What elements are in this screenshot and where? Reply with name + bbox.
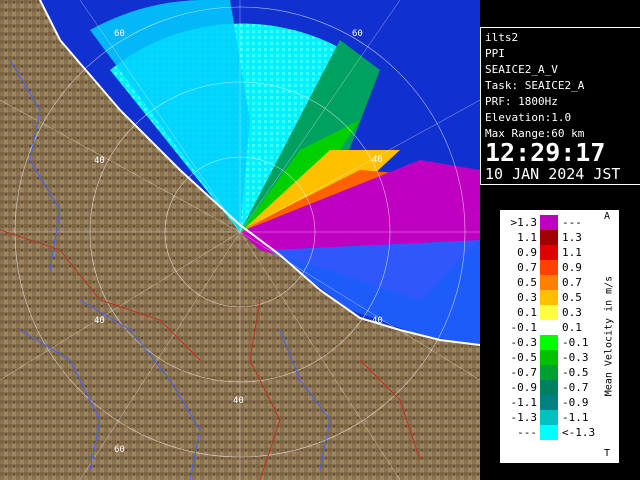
legend-color-swatch bbox=[540, 425, 558, 440]
legend-lower-bound: -0.7 bbox=[510, 366, 538, 379]
legend-row: -0.3 -0.1 bbox=[500, 335, 600, 350]
task-name: Task: SEAICE2_A bbox=[485, 79, 585, 92]
site-name: ilts2 bbox=[485, 31, 519, 44]
legend-top-marker: A bbox=[604, 211, 611, 222]
legend-lower-bound: 0.9 bbox=[517, 246, 537, 259]
legend-lower-bound: -0.5 bbox=[510, 351, 538, 364]
ring-label: 60 bbox=[352, 29, 363, 39]
prf-value: PRF: 1800Hz bbox=[485, 95, 558, 108]
ring-label: 60 bbox=[114, 29, 125, 39]
legend-color-swatch bbox=[540, 380, 558, 395]
legend-row: -0.9 -0.7 bbox=[500, 380, 600, 395]
legend-lower-bound: 0.3 bbox=[517, 291, 537, 304]
legend-color-swatch bbox=[540, 320, 558, 335]
legend-color-swatch bbox=[540, 410, 558, 425]
legend-upper-bound: 0.7 bbox=[562, 276, 582, 289]
legend-row: --- <-1.3 bbox=[500, 425, 600, 440]
legend-row: 0.7 0.9 bbox=[500, 260, 600, 275]
ring-label: 40 bbox=[233, 396, 244, 406]
legend-color-swatch bbox=[540, 245, 558, 260]
legend-upper-bound: 1.1 bbox=[562, 246, 582, 259]
legend-lower-bound: >1.3 bbox=[510, 216, 538, 229]
legend-row: -0.1 0.1 bbox=[500, 320, 600, 335]
radar-ppi-map: 60 40 40 40 40 40 60 60 bbox=[0, 0, 480, 480]
legend-lower-bound: 0.7 bbox=[517, 261, 537, 274]
legend-row: 1.1 1.3 bbox=[500, 230, 600, 245]
legend-lower-bound: 1.1 bbox=[517, 231, 537, 244]
elevation-value: Elevation:1.0 bbox=[485, 111, 572, 124]
legend-upper-bound: -0.7 bbox=[562, 381, 589, 394]
legend-upper-bound: -0.3 bbox=[562, 351, 589, 364]
scan-name: SEAICE2_A_V bbox=[485, 63, 558, 76]
legend-title-box: Mean Velocity in m/s bbox=[600, 210, 618, 463]
legend-lower-bound: -1.1 bbox=[510, 396, 538, 409]
legend-title: Mean Velocity in m/s bbox=[603, 275, 615, 397]
legend-color-swatch bbox=[540, 215, 558, 230]
legend-row: 0.9 1.1 bbox=[500, 245, 600, 260]
legend-upper-bound: 0.3 bbox=[562, 306, 582, 319]
legend-upper-bound: 0.5 bbox=[562, 291, 582, 304]
legend-lower-bound: 0.5 bbox=[517, 276, 537, 289]
legend-color-swatch bbox=[540, 305, 558, 320]
legend-color-swatch bbox=[540, 230, 558, 245]
legend-lower-bound: -0.1 bbox=[510, 321, 538, 334]
legend-color-swatch bbox=[540, 275, 558, 290]
legend-row: -1.3 -1.1 bbox=[500, 410, 600, 425]
legend-row: >1.3 --- bbox=[500, 215, 600, 230]
product-type: PPI bbox=[485, 47, 505, 60]
legend-row: -1.1 -0.9 bbox=[500, 395, 600, 410]
legend-lower-bound: 0.1 bbox=[517, 306, 537, 319]
legend-color-swatch bbox=[540, 260, 558, 275]
ring-label: 40 bbox=[372, 155, 383, 165]
velocity-legend: >1.3 --- 1.1 1.3 0.9 1.1 0.7 0.9 0.5 0.7 0.3 0.5 0.1… bbox=[499, 209, 620, 464]
legend-upper-bound: 1.3 bbox=[562, 231, 582, 244]
ring-label: 40 bbox=[372, 316, 383, 326]
legend-color-swatch bbox=[540, 350, 558, 365]
scan-time: 12:29:17 bbox=[485, 138, 606, 167]
legend-upper-bound: -1.1 bbox=[562, 411, 589, 424]
legend-row: 0.3 0.5 bbox=[500, 290, 600, 305]
legend-upper-bound: 0.9 bbox=[562, 261, 582, 274]
legend-upper-bound: --- bbox=[562, 216, 582, 229]
legend-color-swatch bbox=[540, 290, 558, 305]
legend-row: 0.1 0.3 bbox=[500, 305, 600, 320]
legend-color-swatch bbox=[540, 365, 558, 380]
legend-upper-bound: <-1.3 bbox=[562, 426, 596, 439]
legend-lower-bound: -0.3 bbox=[510, 336, 538, 349]
legend-lower-bound: --- bbox=[517, 426, 537, 439]
legend-row: -0.5 -0.3 bbox=[500, 350, 600, 365]
ring-label: 40 bbox=[94, 156, 105, 166]
legend-upper-bound: -0.9 bbox=[562, 396, 589, 409]
scan-info-panel: ilts2 PPI SEAICE2_A_V Task: SEAICE2_A PR… bbox=[480, 27, 640, 185]
legend-row: -0.7 -0.5 bbox=[500, 365, 600, 380]
scan-date: 10 JAN 2024 JST bbox=[485, 165, 621, 183]
legend-color-swatch bbox=[540, 335, 558, 350]
legend-row: 0.5 0.7 bbox=[500, 275, 600, 290]
ring-label: 60 bbox=[114, 445, 125, 455]
legend-upper-bound: -0.5 bbox=[562, 366, 589, 379]
legend-upper-bound: -0.1 bbox=[562, 336, 589, 349]
legend-upper-bound: 0.1 bbox=[562, 321, 582, 334]
legend-bottom-marker: T bbox=[604, 448, 611, 459]
ring-label: 40 bbox=[94, 316, 105, 326]
legend-color-swatch bbox=[540, 395, 558, 410]
legend-lower-bound: -1.3 bbox=[510, 411, 538, 424]
legend-lower-bound: -0.9 bbox=[510, 381, 538, 394]
